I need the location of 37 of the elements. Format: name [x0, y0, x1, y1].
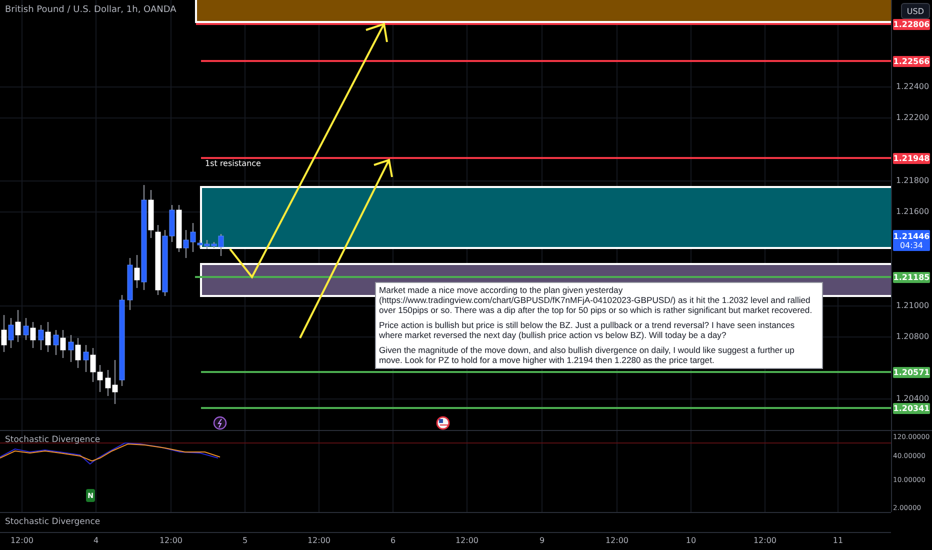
price-tick: 1.20800 [896, 332, 930, 342]
time-tick: 10 [686, 536, 696, 545]
price-tick: 1.22200 [896, 113, 930, 123]
price-tag: 1.22566 [893, 56, 930, 67]
countdown: 04:34 [900, 240, 924, 250]
price-tick: 1.22400 [896, 82, 930, 92]
time-tick: 9 [539, 536, 545, 545]
price-tick: 1.21000 [896, 301, 930, 311]
currency-button[interactable]: USD [900, 3, 930, 19]
price-tick: 1.21600 [896, 207, 930, 217]
flag-icon [436, 416, 450, 430]
price-tag: 1.21185 [893, 272, 930, 283]
time-tick: 12:00 [307, 536, 331, 545]
time-tick: 12:00 [10, 536, 34, 545]
time-tick: 4 [93, 536, 99, 545]
price-tag: 1.22806 [893, 19, 930, 30]
price-tick: 1.21800 [896, 176, 930, 186]
note-paragraph: Price action is bullish but price is still below the BZ. Just a pullback or a trend reversal? I have seen instances where market reversed the next day (bullish price action vs below BZ). Will today be a day? [379, 320, 796, 340]
price-tag: 1.21948 [893, 153, 930, 164]
time-tick: 12:00 [605, 536, 629, 545]
note-paragraph: Market made a nice move according to the plan given yesterday (https://www.tradingview.com/chart/GBPUSD/fK7nMFjA-04102023-GBPUSD/) as it hit the 1.2032 level and rallied over 150pips or so. There was a dip after the top for 50 pips or so which is rather significant but market recovered. [379, 285, 814, 315]
current-price: 1.21446 [893, 232, 930, 240]
time-tick: 12:00 [753, 536, 777, 545]
price-tag: 1.20341 [893, 403, 930, 414]
resistance-label: 1st resistance [205, 159, 261, 168]
note-paragraph: Given the magnitude of the move down, and also bullish divergence on daily, I would like suggest a further up move. Look for PZ to hold for a move higher with 1.2194 then 1.2280 as the price target. [379, 345, 796, 365]
lightning-icon [213, 416, 227, 430]
chart-title: British Pound / U.S. Dollar, 1h, OANDA [5, 5, 176, 15]
price-tick: 1.20400 [896, 394, 930, 404]
time-tick: 6 [390, 536, 396, 545]
indicator-title: Stochastic Divergence [5, 517, 100, 527]
time-tick: 12:00 [159, 536, 183, 545]
indicator-title: Stochastic Divergence [5, 435, 100, 445]
time-tick: 11 [832, 536, 844, 545]
time-tick: 5 [242, 536, 248, 545]
price-tag: 1.20571 [893, 367, 930, 378]
time-tick: 12:00 [455, 536, 479, 545]
